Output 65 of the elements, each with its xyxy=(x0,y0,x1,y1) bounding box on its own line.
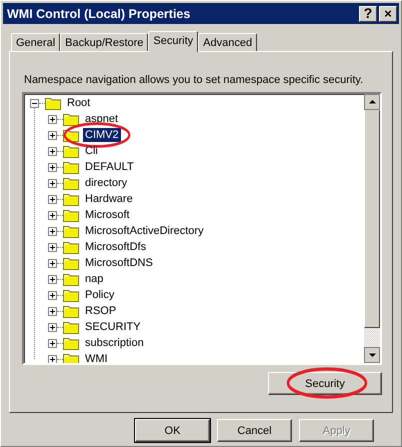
expand-icon[interactable] xyxy=(48,130,57,140)
cancel-button[interactable]: Cancel xyxy=(217,419,292,442)
folder-icon xyxy=(63,304,79,318)
folder-icon xyxy=(63,256,79,270)
folder-icon xyxy=(63,240,79,254)
tree-item[interactable]: MicrosoftDNS xyxy=(83,256,155,270)
tree-item[interactable]: DEFAULT xyxy=(83,160,136,174)
close-button[interactable]: × xyxy=(379,6,397,22)
expand-icon[interactable] xyxy=(48,146,57,156)
tree-item[interactable]: Cli xyxy=(83,144,100,158)
tree-item[interactable]: Hardware xyxy=(83,192,135,206)
expand-icon[interactable] xyxy=(48,226,57,236)
scroll-thumb[interactable] xyxy=(364,110,380,328)
scrollbar[interactable] xyxy=(364,94,380,363)
tree-item[interactable]: aspnet xyxy=(83,112,120,126)
collapse-icon[interactable] xyxy=(30,98,39,108)
folder-icon xyxy=(63,272,79,286)
expand-icon[interactable] xyxy=(48,290,57,300)
expand-icon[interactable] xyxy=(48,162,57,172)
expand-icon[interactable] xyxy=(48,178,57,188)
tree-item[interactable]: WMI xyxy=(83,352,110,363)
tree-item[interactable]: MicrosoftDfs xyxy=(83,240,148,254)
folder-icon xyxy=(63,224,79,238)
tree-item[interactable]: nap xyxy=(83,272,106,286)
tree-item[interactable]: Microsoft xyxy=(83,208,132,222)
expand-icon[interactable] xyxy=(48,114,57,124)
tree-item[interactable]: Policy xyxy=(83,288,116,302)
folder-icon xyxy=(63,336,79,350)
ok-button[interactable]: OK xyxy=(135,419,210,442)
expand-icon[interactable] xyxy=(48,194,57,204)
tree-item[interactable]: CIMV2 xyxy=(83,128,121,142)
tree-item[interactable]: Root xyxy=(65,96,92,110)
tree-item[interactable]: RSOP xyxy=(83,304,118,318)
tab[interactable]: Backup/Restore xyxy=(60,33,148,51)
folder-icon xyxy=(63,176,79,190)
help-button[interactable]: ? xyxy=(359,6,377,22)
folder-icon xyxy=(63,288,79,302)
tree-item[interactable]: subscription xyxy=(83,336,146,350)
expand-icon[interactable] xyxy=(48,274,57,284)
expand-icon[interactable] xyxy=(48,242,57,252)
tree-item[interactable]: MicrosoftActiveDirectory xyxy=(83,224,206,238)
expand-icon[interactable] xyxy=(48,354,57,363)
folder-icon xyxy=(45,96,61,110)
folder-icon xyxy=(63,144,79,158)
tree-item[interactable]: directory xyxy=(83,176,130,190)
tab[interactable]: Security xyxy=(148,31,198,52)
folder-icon xyxy=(63,192,79,206)
expand-icon[interactable] xyxy=(48,322,57,332)
tab[interactable]: Advanced xyxy=(198,33,258,51)
expand-icon[interactable] xyxy=(48,306,57,316)
tree-item[interactable]: SECURITY xyxy=(83,320,143,334)
folder-icon xyxy=(63,320,79,334)
description-text: Namespace navigation allows you to set namespace specific security. xyxy=(24,74,364,86)
scroll-down-icon[interactable] xyxy=(364,347,380,363)
expand-icon[interactable] xyxy=(48,210,57,220)
folder-icon xyxy=(63,352,79,363)
tab[interactable]: General xyxy=(11,33,60,51)
expand-icon[interactable] xyxy=(48,338,57,348)
security-button[interactable]: Security xyxy=(268,372,382,395)
folder-icon xyxy=(63,160,79,174)
expand-icon[interactable] xyxy=(48,258,57,268)
window-title: WMI Control (Local) Properties xyxy=(7,6,190,20)
folder-icon xyxy=(63,112,79,126)
scroll-up-icon[interactable] xyxy=(364,94,380,110)
folder-icon xyxy=(63,208,79,222)
